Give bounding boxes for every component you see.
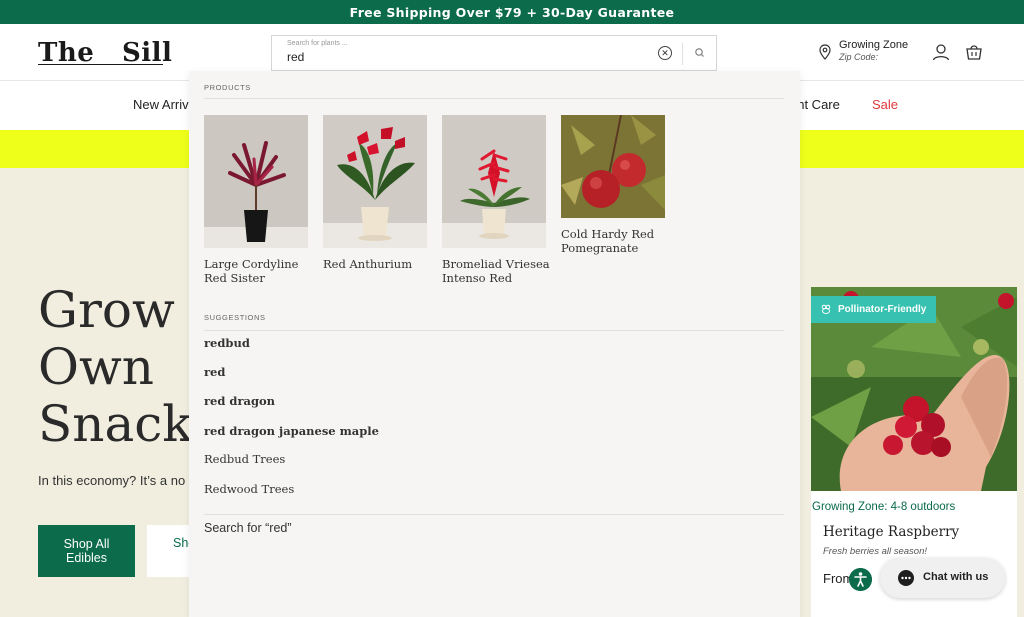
nav-sale[interactable]: Sale — [872, 97, 898, 112]
search-input[interactable]: red — [287, 50, 304, 64]
suggestion-item[interactable]: redbud — [204, 336, 250, 350]
suggestion-item[interactable]: red dragon — [204, 394, 275, 408]
promo-text: Free Shipping Over $79 + 30-Day Guarante… — [349, 4, 675, 20]
hero-subtitle: In this economy? It’s a no br — [38, 473, 201, 488]
bee-icon — [821, 304, 831, 314]
product-thumbnail[interactable] — [561, 115, 665, 218]
clear-icon[interactable]: ✕ — [658, 46, 672, 60]
logo-underline — [38, 64, 163, 65]
growing-zone-title: Growing Zone — [839, 39, 909, 51]
product-name[interactable]: Large Cordyline Red Sister — [204, 257, 316, 285]
search-results-dropdown: PRODUCTS Large Cordyline Red Sister Red … — [189, 71, 800, 617]
product-thumbnail[interactable] — [204, 115, 308, 248]
search-divider — [682, 43, 683, 65]
search-placeholder: Search for plants ... — [287, 40, 348, 47]
cart-icon[interactable] — [965, 43, 983, 61]
search-for-link[interactable]: Search for “red” — [204, 521, 292, 535]
suggestion-item[interactable]: red dragon japanese maple — [204, 424, 379, 438]
divider — [204, 514, 784, 515]
account-icon[interactable] — [932, 43, 950, 61]
product-thumbnail[interactable] — [323, 115, 427, 248]
product-name[interactable]: Red Anthurium — [323, 257, 435, 271]
accessibility-icon[interactable] — [849, 568, 872, 591]
product-name[interactable]: Bromeliad Vriesea Intenso Red — [442, 257, 554, 285]
nav-new-arrivals[interactable]: New Arriv — [133, 97, 189, 112]
search-icon[interactable] — [692, 45, 708, 61]
product-name[interactable]: Heritage Raspberry — [823, 524, 959, 540]
location-pin-icon — [819, 44, 831, 60]
suggestion-item[interactable]: red — [204, 365, 225, 379]
suggestions-section-label: SUGGESTIONS — [204, 313, 266, 322]
pollinator-badge-label: Pollinator-Friendly — [838, 304, 927, 315]
growing-zone-selector[interactable]: Growing Zone Zip Code: — [818, 38, 918, 66]
products-section-label: PRODUCTS — [204, 83, 251, 92]
product-growing-zone: Growing Zone: 4-8 outdoors — [812, 501, 956, 513]
zip-code-label: Zip Code: — [839, 52, 879, 62]
chat-label: Chat with us — [923, 571, 989, 583]
suggestion-item[interactable]: Redwood Trees — [204, 482, 294, 496]
product-name[interactable]: Cold Hardy Red Pomegranate — [561, 227, 673, 255]
suggestion-item[interactable]: Redbud Trees — [204, 452, 285, 466]
search-field[interactable]: Search for plants ... red ✕ — [271, 35, 717, 71]
pollinator-badge: Pollinator-Friendly — [811, 296, 937, 323]
product-description: Fresh berries all season! — [823, 546, 928, 557]
divider — [204, 330, 784, 331]
divider — [204, 98, 784, 99]
shop-all-edibles-button[interactable]: Shop All Edibles — [38, 525, 135, 577]
chat-button[interactable]: Chat with us — [880, 558, 1005, 598]
chat-bubble-icon — [898, 570, 914, 586]
promo-bar: Free Shipping Over $79 + 30-Day Guarante… — [0, 0, 1024, 24]
product-thumbnail[interactable] — [442, 115, 546, 248]
